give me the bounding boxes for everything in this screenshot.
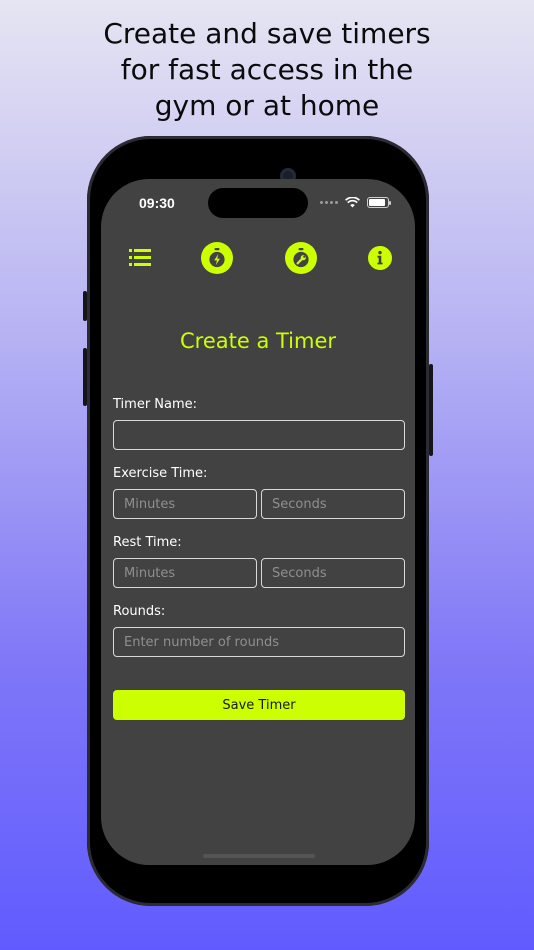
home-indicator[interactable] <box>203 854 315 858</box>
info-icon[interactable] <box>363 241 397 275</box>
top-nav <box>101 241 415 275</box>
rounds-label: Rounds: <box>113 604 166 619</box>
dynamic-island <box>208 188 308 218</box>
timer-name-input[interactable] <box>113 420 405 450</box>
save-timer-button[interactable]: Save Timer <box>113 690 405 720</box>
headline-line-3: gym or at home <box>154 89 380 122</box>
signal-icon <box>320 201 338 204</box>
mute-switch <box>83 291 87 321</box>
exercise-time-label: Exercise Time: <box>113 466 208 481</box>
phone-frame: 09:30 Create a Timer Timer Name: Exercis… <box>83 136 433 906</box>
exercise-minutes-input[interactable] <box>113 489 257 519</box>
rounds-input[interactable] <box>113 627 405 657</box>
volume-button <box>83 348 87 406</box>
rest-time-label: Rest Time: <box>113 535 182 550</box>
status-time: 09:30 <box>139 195 175 211</box>
stopwatch-wrench-icon[interactable] <box>284 241 318 275</box>
headline-line-2: for fast access in the <box>120 53 414 86</box>
power-button <box>429 364 433 456</box>
rest-minutes-input[interactable] <box>113 558 257 588</box>
exercise-seconds-input[interactable] <box>261 489 405 519</box>
battery-icon <box>367 197 391 208</box>
timer-name-label: Timer Name: <box>113 397 198 412</box>
status-icons <box>320 197 391 208</box>
page-title: Create a Timer <box>179 329 337 353</box>
marketing-headline: Create and save timers for fast access i… <box>0 16 534 124</box>
stopwatch-bolt-icon[interactable] <box>200 241 234 275</box>
headline-line-1: Create and save timers <box>103 17 431 50</box>
app-screen: 09:30 Create a Timer Timer Name: Exercis… <box>101 179 415 865</box>
wifi-icon <box>345 197 360 208</box>
list-icon[interactable] <box>123 241 157 275</box>
rest-seconds-input[interactable] <box>261 558 405 588</box>
